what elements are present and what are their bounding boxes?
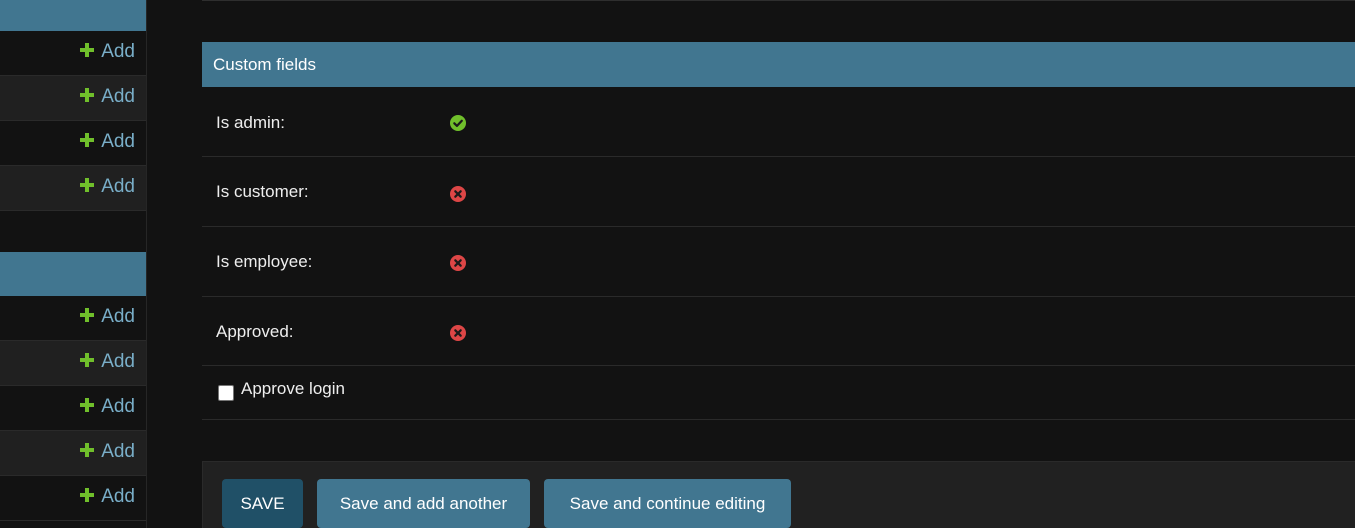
sidebar-add-link[interactable]: Add [80,350,135,374]
sidebar-add-link[interactable]: Add [80,395,135,419]
form-row-is-employee: Is employee: [202,227,1355,297]
sidebar-add-link[interactable]: Add [80,85,135,109]
form-row-approve-login: Approve login [202,366,1355,420]
sidebar-model-row: Add [0,76,146,121]
fieldset-header: Custom fields [202,42,1355,87]
sidebar-add-link[interactable]: Add [80,175,135,199]
sidebar: Add Add Add Add Add Add Add Add Add [0,0,147,528]
add-plus-icon [80,178,95,192]
add-link-label: Add [101,131,135,152]
add-link-label: Add [101,396,135,417]
sidebar-model-row: Add [0,121,146,166]
save-and-continue-editing-button[interactable]: Save and continue editing [544,479,791,528]
sidebar-add-link[interactable]: Add [80,440,135,464]
form-row-is-admin: Is admin: [202,87,1355,157]
check-circle-icon [450,115,466,131]
add-plus-icon [80,88,95,102]
field-label: Approved: [216,322,294,341]
sidebar-model-row: Add [0,296,146,341]
sidebar-model-row: Add [0,341,146,386]
add-plus-icon [80,398,95,412]
sidebar-model-row: Add [0,31,146,76]
add-link-label: Add [101,41,135,62]
sidebar-add-link[interactable]: Add [80,305,135,329]
save-button[interactable]: SAVE [222,479,303,528]
sidebar-model-row: Add [0,476,146,521]
submit-row: SAVE Save and add another Save and conti… [202,461,1355,528]
field-label: Is admin: [216,113,285,132]
sidebar-add-link[interactable]: Add [80,130,135,154]
sidebar-module-header [0,252,146,296]
approve-login-checkbox[interactable] [218,385,234,401]
sidebar-model-row: Add [0,166,146,211]
x-circle-icon [450,186,466,202]
sidebar-add-link[interactable]: Add [80,485,135,509]
sidebar-add-link[interactable]: Add [80,40,135,64]
x-circle-icon [450,255,466,271]
add-plus-icon [80,353,95,367]
add-plus-icon [80,488,95,502]
add-link-label: Add [101,441,135,462]
sidebar-model-row: Add [0,431,146,476]
add-link-label: Add [101,351,135,372]
fieldset-title: Custom fields [213,55,316,74]
add-link-label: Add [101,306,135,327]
sidebar-model-row: Add [0,386,146,431]
approve-login-label[interactable]: Approve login [241,379,345,399]
field-label: Is employee: [216,252,313,271]
add-plus-icon [80,133,95,147]
x-circle-icon [450,325,466,341]
field-label: Is customer: [216,182,309,201]
add-plus-icon [80,43,95,57]
sidebar-module-header [0,0,146,31]
form-row-approved: Approved: [202,297,1355,366]
save-and-add-another-button[interactable]: Save and add another [317,479,530,528]
add-plus-icon [80,443,95,457]
add-plus-icon [80,308,95,322]
divider [202,0,1355,1]
add-link-label: Add [101,86,135,107]
form-row-is-customer: Is customer: [202,157,1355,227]
add-link-label: Add [101,176,135,197]
add-link-label: Add [101,486,135,507]
